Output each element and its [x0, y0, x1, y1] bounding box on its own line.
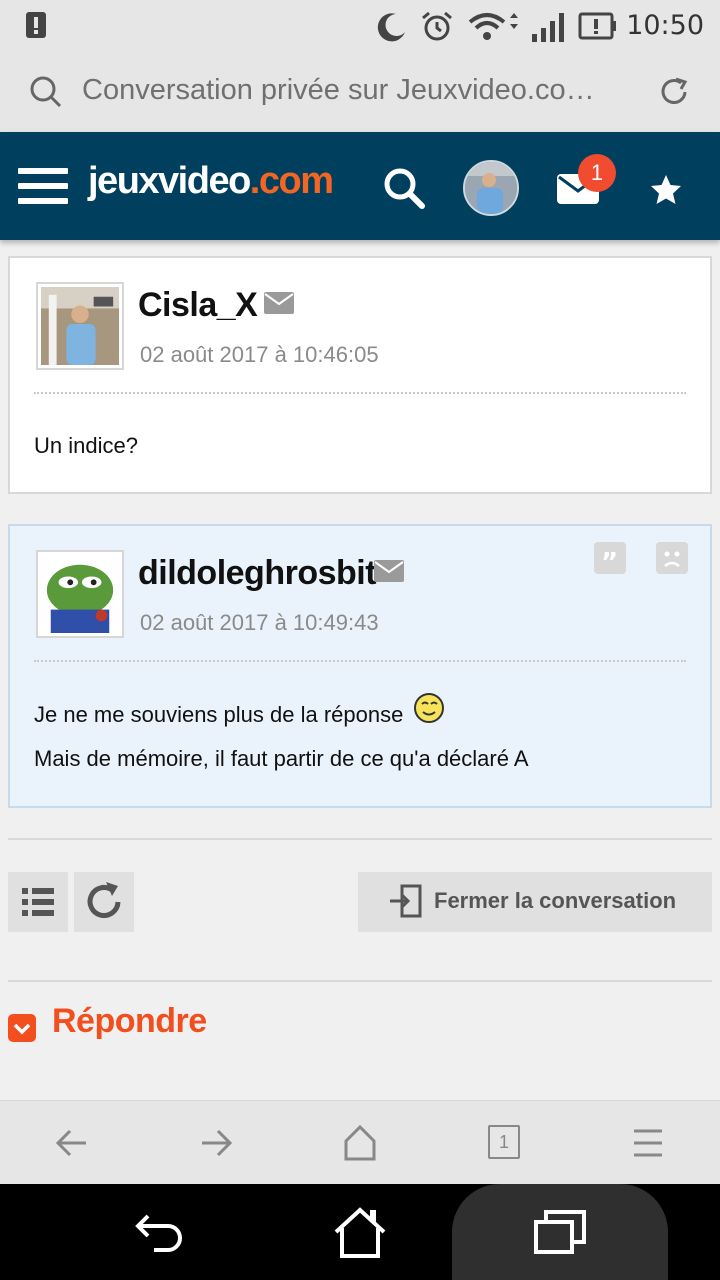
notification-icon — [26, 12, 46, 38]
home-icon[interactable] — [342, 1123, 378, 1163]
moon-icon — [377, 13, 405, 42]
avatar-photo — [465, 162, 517, 214]
quote-button[interactable]: ” — [594, 542, 626, 578]
reload-icon[interactable] — [656, 74, 692, 110]
mail-icon[interactable] — [374, 560, 404, 582]
menu-icon[interactable] — [18, 168, 68, 208]
refresh-icon — [87, 882, 121, 918]
sad-face-icon — [664, 551, 680, 567]
chevron-down-icon — [8, 1014, 36, 1042]
divider — [34, 392, 686, 394]
avatar-photo — [41, 555, 119, 633]
logo-suffix: .com — [249, 160, 334, 202]
message-card: Cisla_X 02 août 2017 à 10:46:05 Un indic… — [8, 256, 712, 494]
status-bar: 10:50 — [0, 0, 720, 52]
message-body: Un indice? — [34, 424, 138, 468]
back-icon[interactable] — [132, 1206, 188, 1256]
divider — [8, 838, 712, 840]
author-name[interactable]: Cisla_X — [138, 286, 258, 325]
unread-badge: 1 — [578, 154, 616, 192]
close-conversation-button[interactable]: Fermer la conversation — [358, 872, 712, 932]
author-avatar[interactable] — [36, 550, 124, 638]
search-icon[interactable] — [382, 166, 426, 210]
refresh-button[interactable] — [74, 872, 134, 932]
browser-toolbar: 1 — [0, 1100, 720, 1184]
divider — [8, 980, 712, 982]
forward-arrow-icon[interactable] — [198, 1123, 234, 1163]
page-title[interactable]: Conversation privée sur Jeuxvideo.co… — [82, 74, 595, 107]
wifi-icon — [468, 13, 518, 40]
system-nav-bar — [0, 1184, 720, 1280]
signal-icon — [532, 13, 564, 42]
logo-text: jeuxvideo — [88, 160, 251, 202]
message-line: Je ne me souviens plus de la réponse — [34, 702, 404, 727]
report-button[interactable] — [656, 542, 688, 574]
author-name[interactable]: dildoleghrosbit — [138, 554, 377, 593]
reply-label: Répondre — [52, 1002, 207, 1040]
star-icon[interactable] — [648, 172, 684, 208]
exit-door-icon — [390, 884, 422, 918]
close-conversation-label: Fermer la conversation — [434, 888, 677, 913]
clock: 10:50 — [626, 10, 704, 41]
recent-apps-icon[interactable] — [532, 1206, 588, 1256]
mail-icon[interactable] — [264, 292, 294, 314]
address-bar[interactable]: Conversation privée sur Jeuxvideo.co… — [0, 52, 720, 132]
back-arrow-icon[interactable] — [54, 1123, 90, 1163]
message-card: ” dildoleghrosbit 02 août 2017 à 10:49:4… — [8, 524, 712, 808]
message-date: 02 août 2017 à 10:46:05 — [140, 342, 379, 367]
site-logo[interactable]: jeuxvideo.com — [88, 160, 334, 203]
search-icon — [30, 76, 62, 108]
alarm-icon — [422, 11, 452, 41]
tabs-button[interactable]: 1 — [488, 1125, 520, 1159]
message-body: Je ne me souviens plus de la réponse Mai… — [34, 692, 529, 781]
message-line: Mais de mémoire, il faut partir de ce qu… — [34, 746, 529, 771]
site-header: jeuxvideo.com 1 — [0, 132, 720, 240]
menu-icon[interactable] — [630, 1123, 666, 1163]
home-icon[interactable] — [332, 1206, 388, 1260]
divider — [34, 660, 686, 662]
list-button[interactable] — [8, 872, 68, 932]
smiley-icon — [414, 693, 445, 723]
quote-icon: ” — [601, 548, 618, 578]
svg-text:”: ” — [601, 548, 618, 574]
avatar-photo — [41, 287, 119, 365]
user-avatar[interactable] — [463, 160, 519, 216]
message-date: 02 août 2017 à 10:49:43 — [140, 610, 379, 635]
battery-icon — [578, 12, 616, 40]
message-line: Un indice? — [34, 433, 138, 458]
list-icon — [22, 888, 54, 916]
author-avatar[interactable] — [36, 282, 124, 370]
